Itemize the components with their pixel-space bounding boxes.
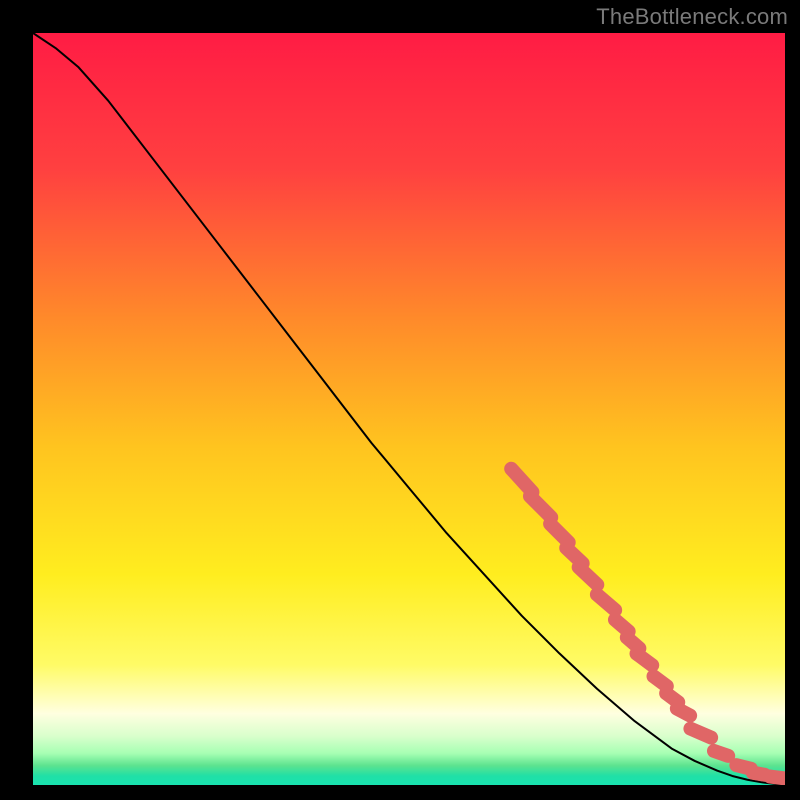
data-dot	[627, 637, 640, 648]
data-dot	[753, 773, 765, 775]
data-dot	[714, 751, 728, 756]
watermark-text: TheBottleneck.com	[596, 4, 788, 30]
plot-area	[33, 33, 785, 785]
data-dot	[615, 620, 629, 632]
data-dot	[690, 729, 711, 738]
chart-svg	[33, 33, 785, 785]
chart-frame: TheBottleneck.com	[0, 0, 800, 800]
data-dot	[637, 654, 653, 666]
data-dot	[654, 676, 667, 686]
data-dot	[677, 709, 690, 716]
data-dot	[666, 693, 678, 702]
gradient-background	[33, 33, 785, 785]
data-dot	[770, 777, 785, 779]
